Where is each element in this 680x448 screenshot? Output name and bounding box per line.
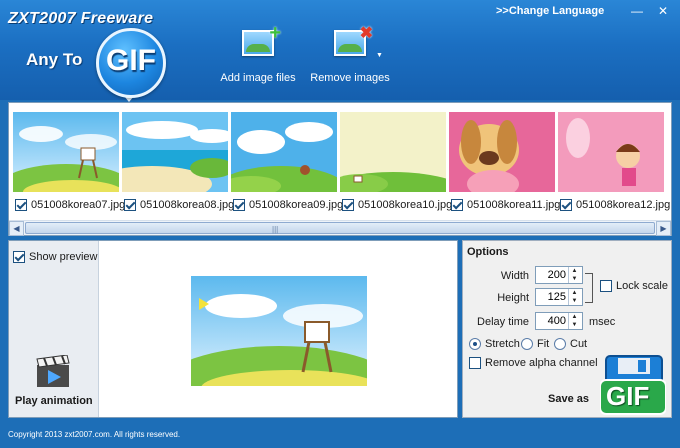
- remove-image-icon: ✖: [334, 25, 373, 56]
- options-title: Options: [467, 246, 509, 258]
- play-animation-button[interactable]: Play animation: [15, 395, 93, 407]
- close-button[interactable]: ✕: [654, 3, 672, 19]
- lock-scale-label: Lock scale: [616, 280, 668, 292]
- radio-dot[interactable]: [521, 338, 533, 350]
- spin-up-icon[interactable]: ▲: [569, 267, 580, 275]
- width-input[interactable]: [536, 267, 568, 283]
- show-preview-check[interactable]: [13, 251, 25, 263]
- height-spinner[interactable]: ▲▼: [535, 288, 583, 306]
- save-gif-button[interactable]: GIF: [599, 354, 667, 416]
- thumbnail-image[interactable]: [449, 112, 555, 192]
- thumbnail-label[interactable]: 051008korea10.jpg: [342, 198, 452, 212]
- thumbnail-label[interactable]: 051008korea11.jpg: [451, 198, 560, 212]
- delay-time-label: Delay time: [477, 316, 529, 328]
- thumbnail-image[interactable]: [558, 112, 664, 192]
- thumbnail-image[interactable]: [13, 112, 119, 192]
- copyright-footer: Copyright 2013 zxt2007.com. All rights r…: [8, 430, 181, 439]
- remove-alpha-check[interactable]: [469, 357, 481, 369]
- show-preview-label: Show preview: [29, 251, 98, 263]
- brand-name: ZXT2007 Freeware: [8, 10, 154, 27]
- thumbnail-label[interactable]: 051008korea08.jpg: [124, 198, 234, 212]
- width-label: Width: [500, 270, 529, 282]
- spin-down-icon[interactable]: ▼: [569, 297, 580, 305]
- spin-up-icon[interactable]: ▲: [569, 313, 580, 321]
- remove-images-button[interactable]: ✖ ▼ Remove images: [310, 25, 390, 92]
- delay-input[interactable]: [536, 313, 568, 329]
- clapperboard-play-icon[interactable]: [35, 354, 71, 389]
- width-spinner[interactable]: ▲▼: [535, 266, 583, 284]
- thumbnail-label[interactable]: 051008korea07.jpg: [15, 198, 125, 212]
- spin-up-icon[interactable]: ▲: [569, 289, 580, 297]
- scrollbar-thumb[interactable]: |||: [25, 222, 655, 234]
- thumbnail-checkbox[interactable]: [15, 199, 27, 211]
- thumbnail-checkbox[interactable]: [124, 199, 136, 211]
- save-gif-badge: GIF: [606, 381, 650, 411]
- gif-logo-text: GIF: [106, 44, 156, 77]
- change-language-link[interactable]: >>Change Language: [496, 5, 604, 17]
- thumbnail-label[interactable]: 051008korea09.jpg: [233, 198, 343, 212]
- scrollbar-grip: |||: [272, 225, 279, 234]
- show-preview-checkbox[interactable]: Show preview: [13, 251, 97, 263]
- add-image-icon: +: [242, 22, 281, 56]
- add-images-button[interactable]: + Add image files: [218, 22, 298, 92]
- thumbnail-strip: 051008korea07.jpg 051008korea08.jpg 0510…: [8, 102, 672, 236]
- lock-scale-bracket: [585, 273, 593, 303]
- scroll-left-icon[interactable]: ◀: [9, 221, 24, 236]
- horizontal-scrollbar[interactable]: ◀ ||| ▶: [9, 220, 671, 236]
- scroll-right-icon[interactable]: ▶: [656, 221, 671, 236]
- spin-down-icon[interactable]: ▼: [569, 321, 580, 329]
- fit-stretch-radio[interactable]: Stretch: [469, 338, 520, 350]
- height-label: Height: [497, 292, 529, 304]
- thumbnail-label[interactable]: 051008korea12.jpg: [560, 198, 670, 212]
- lock-scale-check[interactable]: [600, 280, 612, 292]
- delay-unit: msec: [589, 316, 616, 328]
- spin-down-icon[interactable]: ▼: [569, 275, 580, 283]
- thumbnail-checkbox[interactable]: [451, 199, 463, 211]
- thumbnail-checkbox[interactable]: [560, 199, 572, 211]
- dropdown-arrow-icon[interactable]: ▼: [376, 52, 383, 59]
- app-title: Any To: [26, 50, 83, 69]
- add-images-label: Add image files: [220, 72, 296, 84]
- lock-scale-checkbox[interactable]: Lock scale: [600, 280, 668, 292]
- thumbnail-checkbox[interactable]: [342, 199, 354, 211]
- save-as-label[interactable]: Save as: [548, 393, 589, 405]
- thumbnail-image[interactable]: [231, 112, 337, 192]
- preview-panel: Show preview Play animation: [8, 240, 458, 418]
- radio-dot[interactable]: [469, 338, 481, 350]
- thumbnail-image[interactable]: [340, 112, 446, 192]
- thumbnail-checkbox[interactable]: [233, 199, 245, 211]
- radio-dot[interactable]: [554, 338, 566, 350]
- delay-spinner[interactable]: ▲▼: [535, 312, 583, 330]
- remove-alpha-label: Remove alpha channel: [485, 357, 598, 369]
- fit-fit-radio[interactable]: Fit: [521, 338, 549, 350]
- height-input[interactable]: [536, 289, 568, 305]
- fit-cut-radio[interactable]: Cut: [554, 338, 587, 350]
- remove-images-label: Remove images: [310, 72, 390, 84]
- preview-image: [191, 276, 367, 386]
- remove-alpha-checkbox[interactable]: Remove alpha channel: [469, 357, 598, 369]
- minimize-button[interactable]: —: [628, 3, 646, 19]
- preview-sidebar: Show preview Play animation: [9, 241, 99, 417]
- thumbnail-image[interactable]: [122, 112, 228, 192]
